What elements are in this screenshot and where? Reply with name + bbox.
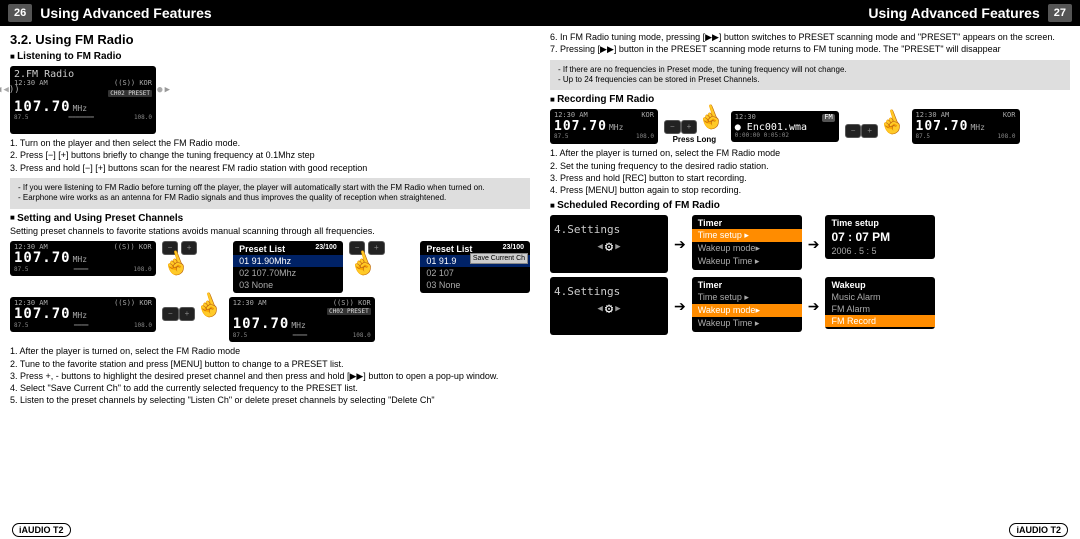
left-page-number: 26 <box>8 4 32 22</box>
fm-radio-screen: 2.FM Radio 12:30 AM((S)) KOR CH02 PRESET… <box>10 66 156 134</box>
step: 2. Press [−] [+] buttons briefly to chan… <box>10 150 530 161</box>
right-title: Using Advanced Features <box>868 5 1039 21</box>
intro-text: Setting preset channels to favorite stat… <box>10 226 530 237</box>
lcd-rec-2: 12:30 AMKOR 107.70MHz 87.5108.0 <box>912 109 1020 144</box>
right-page-number: 27 <box>1048 4 1072 22</box>
lcd-small: 12:30 AM((S)) KOR 107.70MHz 87.5━━━━108.… <box>10 241 156 277</box>
right-header: Using Advanced Features 27 <box>540 0 1080 26</box>
timer-menu: Timer Time setup ▸ Wakeup mode▸ Wakeup T… <box>692 215 802 270</box>
lcd-rec-file: 12:30FM ● Enc001.wma 0:00:00 0:05:02 <box>731 111 839 142</box>
arrow-icon: ➔ <box>674 236 686 253</box>
lcd-small-preset: 12:30 AM((S)) KOR CH02 PRESET 107.70MHz … <box>229 297 375 343</box>
wakeup-menu: Wakeup Music Alarm FM Alarm FM Record <box>825 277 935 329</box>
settings-screen: 4.Settings ◀⚙▶ <box>550 277 668 335</box>
subheading-preset: Setting and Using Preset Channels <box>10 213 530 224</box>
time-setup-screen: Time setup 07 : 07 PM 2006 . 5 : 5 <box>825 215 935 259</box>
arrow-icon: ➔ <box>808 298 820 315</box>
note-box: - If there are no frequencies in Preset … <box>550 60 1070 91</box>
note-box: - If you were listening to FM Radio befo… <box>10 178 530 209</box>
press-long-label: Press Long <box>664 135 725 144</box>
arrow-icon: ➔ <box>808 236 820 253</box>
step: 3. Press and hold [−] [+] buttons scan f… <box>10 163 530 174</box>
timer-menu-2: Timer Time setup ▸ Wakeup mode▸ Wakeup T… <box>692 277 802 332</box>
left-title: Using Advanced Features <box>40 5 211 21</box>
subheading-listening: Listening to FM Radio <box>10 51 530 62</box>
footer-right: iAUDIO T2 <box>1009 525 1068 535</box>
section-title: 3.2. Using FM Radio <box>10 32 530 47</box>
left-header: 26 Using Advanced Features <box>0 0 540 26</box>
subheading-recording: Recording FM Radio <box>550 94 1070 105</box>
arrow-icon: ➔ <box>674 298 686 315</box>
lcd-rec-1: 12:30 AMKOR 107.70MHz 87.5108.0 <box>550 109 658 144</box>
settings-screen: 4.Settings ◀⚙▶ <box>550 215 668 273</box>
preset-list: Preset List23/100 01 91.90Mhz 02 107.70M… <box>233 241 343 293</box>
preset-list-save: Preset List23/100 01 91.9 02 107 03 None… <box>420 241 530 293</box>
lcd-small: 12:30 AM((S)) KOR 107.70MHz 87.5━━━━108.… <box>10 297 156 333</box>
step: 1. Turn on the player and then select th… <box>10 138 530 149</box>
footer-left: iAUDIO T2 <box>12 525 71 535</box>
subheading-scheduled: Scheduled Recording of FM Radio <box>550 200 1070 211</box>
save-popup: Save Current Ch <box>470 253 528 264</box>
